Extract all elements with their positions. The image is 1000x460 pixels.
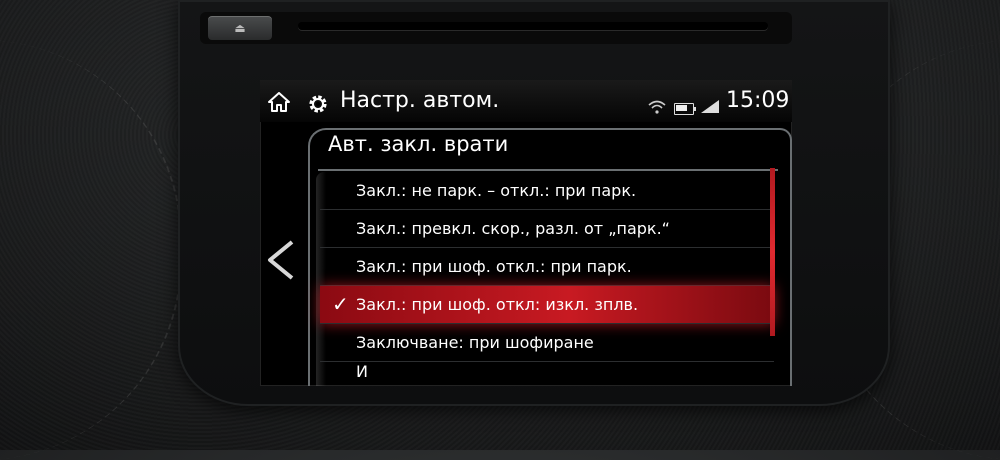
list-item-label: И (356, 362, 368, 380)
gear-icon (309, 95, 327, 113)
list-item-label: Закл.: превкл. скор., разл. от „парк.“ (356, 219, 670, 238)
page-title: Настр. автом. (340, 88, 500, 113)
list-item-label: Закл.: не парк. – откл.: при парк. (356, 181, 637, 200)
panel-right-edge (780, 128, 792, 386)
eject-button[interactable]: ⏏ (208, 16, 272, 40)
list-item[interactable]: И (320, 362, 774, 380)
clock: 15:09 (726, 88, 790, 113)
options-list: Закл.: не парк. – откл.: при парк. Закл.… (320, 172, 774, 380)
signal-icon (701, 100, 719, 113)
list-item[interactable]: Закл.: при шоф. откл.: при парк. (320, 248, 774, 286)
list-item-label: Заключване: при шофиране (356, 333, 594, 352)
list-item[interactable]: Закл.: превкл. скор., разл. от „парк.“ (320, 210, 774, 248)
list-item-label: Закл.: при шоф. откл: изкл. зплв. (356, 295, 639, 314)
list-item-selected[interactable]: ✓ Закл.: при шоф. откл: изкл. зплв. (320, 286, 774, 324)
header-divider (318, 169, 778, 171)
status-bar: Настр. автом. 15:09 (260, 80, 792, 122)
battery-icon (674, 103, 696, 115)
checkmark-icon: ✓ (332, 292, 349, 316)
chevron-left-icon[interactable] (264, 238, 298, 282)
eject-icon: ⏏ (234, 21, 246, 35)
scrollbar-thumb[interactable] (770, 168, 775, 336)
list-item-label: Закл.: при шоф. откл.: при парк. (356, 257, 632, 276)
wifi-icon (648, 100, 666, 114)
list-item[interactable]: Закл.: не парк. – откл.: при парк. (320, 172, 774, 210)
panel-header: Авт. закл. врати (328, 132, 509, 156)
infotainment-screen: Настр. автом. 15:09 Авт. закл. врати Зак… (260, 80, 792, 386)
home-icon[interactable] (268, 92, 290, 112)
cd-slot (298, 22, 768, 30)
list-item[interactable]: Заключване: при шофиране (320, 324, 774, 362)
